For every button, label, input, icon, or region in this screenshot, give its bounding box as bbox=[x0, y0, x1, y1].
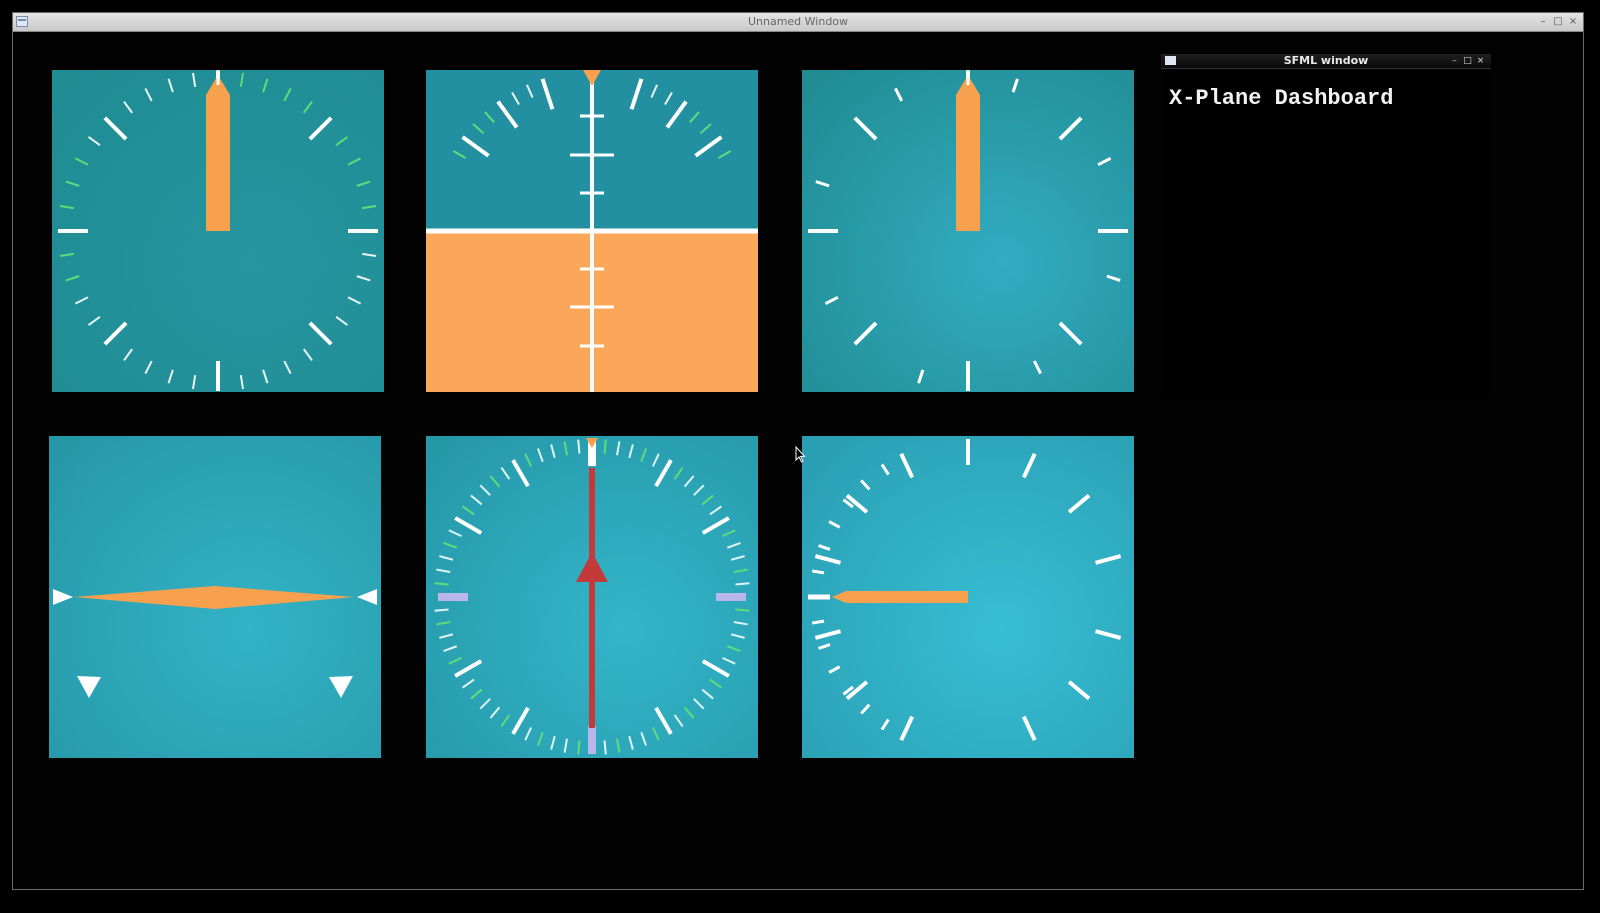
east-marker bbox=[716, 593, 746, 601]
vsi-minor-tick bbox=[811, 619, 825, 625]
sfml-minimize-button[interactable]: – bbox=[1450, 54, 1459, 68]
sfml-titlebar[interactable]: SFML window – □ × bbox=[1161, 54, 1491, 69]
sfml-window: SFML window – □ × X-Plane Dashboard bbox=[1161, 54, 1491, 394]
altimeter bbox=[802, 70, 1134, 392]
compass-tick bbox=[735, 582, 750, 586]
heading-indicator bbox=[426, 436, 758, 758]
minimize-button[interactable]: – bbox=[1537, 15, 1549, 29]
window-title: Unnamed Window bbox=[747, 15, 849, 28]
turn-coordinator bbox=[49, 436, 381, 758]
vertical-speed-indicator bbox=[802, 436, 1134, 758]
mouse-cursor-icon bbox=[795, 446, 806, 463]
close-button[interactable]: × bbox=[1567, 15, 1579, 29]
vsi-needle-icon bbox=[832, 591, 968, 603]
needle-body bbox=[956, 75, 980, 231]
maximize-button[interactable]: □ bbox=[1552, 15, 1564, 29]
vsi-minor-tick bbox=[811, 569, 825, 575]
south-marker bbox=[588, 726, 596, 754]
compass-tick bbox=[577, 439, 581, 454]
needle-icon bbox=[206, 70, 230, 231]
attitude-indicator bbox=[426, 70, 758, 392]
sfml-maximize-button[interactable]: □ bbox=[1463, 54, 1472, 68]
outer-titlebar[interactable]: Unnamed Window – □ × bbox=[13, 13, 1583, 32]
compass-tick bbox=[603, 439, 607, 454]
compass-tick bbox=[735, 608, 750, 612]
west-marker bbox=[438, 593, 468, 601]
compass-tick bbox=[434, 582, 449, 586]
needle-body bbox=[206, 75, 230, 231]
airspeed-indicator bbox=[52, 70, 384, 392]
compass-tick bbox=[577, 740, 581, 755]
compass-tick bbox=[603, 740, 607, 755]
dashboard-title: X-Plane Dashboard bbox=[1169, 86, 1394, 111]
compass-tick bbox=[434, 608, 449, 612]
sfml-close-button[interactable]: × bbox=[1476, 54, 1485, 68]
needle-icon bbox=[956, 70, 980, 231]
sfml-window-title: SFML window bbox=[1283, 54, 1369, 67]
